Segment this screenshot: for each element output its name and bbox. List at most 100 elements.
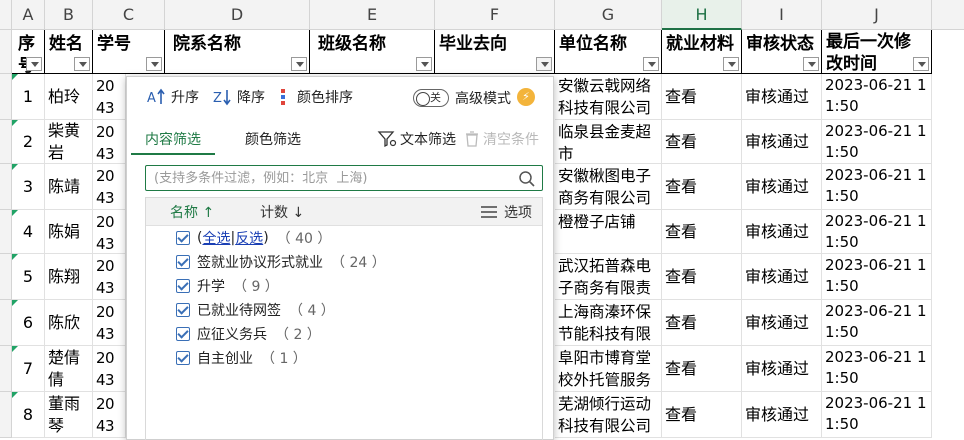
column-header-k[interactable] [932,0,964,30]
cell-student-id[interactable]: 2043107 [93,254,126,300]
cell-name[interactable]: 柴黄岩 [45,120,93,164]
cell-materials[interactable]: 查看 [662,300,742,346]
filter-dropdown-button[interactable] [74,57,90,71]
cell-materials[interactable]: 查看 [662,254,742,300]
cell-name[interactable]: 陈翔 [45,254,93,300]
cell-company[interactable]: 安徽楸图电子商务有限公司 [555,164,662,210]
cell-student-id[interactable]: 2043103 [93,120,126,164]
cell-review[interactable]: 审核通过 [742,164,822,210]
column-header-a[interactable]: A [12,0,45,30]
filter-dropdown-button-active[interactable] [536,57,552,71]
cell-modified[interactable]: 2023-06-21 11:50 [822,164,932,210]
cell-name[interactable]: 陈欣 [45,300,93,346]
filter-dropdown-button[interactable] [803,57,819,71]
list-item-select-all[interactable]: (全选 | 反选) （ 40 ） [146,226,542,250]
filter-dropdown-button[interactable] [146,57,162,71]
sort-by-count-header[interactable]: 计数 ↓ [260,202,304,222]
checkbox[interactable] [176,351,190,365]
row-header[interactable] [0,210,12,254]
cell-name[interactable]: 董雨琴 [45,392,93,438]
cell-company[interactable]: 阜阳市博育堂校外托管服务 [555,346,662,392]
cell-review[interactable]: 审核通过 [742,74,822,120]
advanced-mode-toggle[interactable]: 关 高级模式 [413,88,511,108]
cell-company[interactable]: 安徽云戟网络科技有限公司 [555,74,662,120]
cell-modified[interactable]: 2023-06-21 11:50 [822,120,932,164]
cell-modified[interactable]: 2023-06-21 11:50 [822,346,932,392]
checkbox[interactable] [176,303,190,317]
column-header-i[interactable]: I [742,0,822,30]
filter-list-item[interactable]: 签就业协议形式就业 （ 24 ） [146,250,542,274]
cell-review[interactable]: 审核通过 [742,254,822,300]
cell-review[interactable]: 审核通过 [742,210,822,254]
column-header-b[interactable]: B [45,0,93,30]
toggle-switch[interactable]: 关 [413,89,449,107]
filter-dropdown-button[interactable] [291,57,307,71]
select-all-corner[interactable] [0,0,12,30]
filter-list-item[interactable]: 自主创业 （ 1 ） [146,346,542,370]
cell-materials[interactable]: 查看 [662,210,742,254]
sort-by-color-button[interactable]: 颜色排序 [279,87,353,107]
cell-student-id[interactable]: 2043109 [93,346,126,392]
cell-modified[interactable]: 2023-06-21 11:50 [822,254,932,300]
cell-materials[interactable]: 查看 [662,346,742,392]
cell-seq[interactable]: 5 [12,254,45,300]
cell-materials[interactable]: 查看 [662,74,742,120]
cell-student-id[interactable]: 2043104 [93,164,126,210]
sort-ascending-button[interactable]: A 升序 [147,87,199,107]
cell-student-id[interactable]: 2043105 [93,210,126,254]
cell-company[interactable]: 上海商溱环保节能科技有限 [555,300,662,346]
column-header-f[interactable]: F [435,0,555,30]
cell-materials[interactable]: 查看 [662,120,742,164]
filter-dropdown-button[interactable] [643,57,659,71]
cell-seq[interactable]: 1 [12,74,45,120]
row-header[interactable] [0,392,12,438]
cell-review[interactable]: 审核通过 [742,392,822,438]
tab-content-filter[interactable]: 内容筛选 [131,129,215,155]
cell-seq[interactable]: 3 [12,164,45,210]
row-header[interactable] [0,300,12,346]
cell-company[interactable]: 橙橙子店铺 [555,210,662,254]
cell-materials[interactable]: 查看 [662,164,742,210]
tab-color-filter[interactable]: 颜色筛选 [245,129,301,155]
row-header[interactable] [0,30,12,74]
filter-list-item[interactable]: 升学 （ 9 ） [146,274,542,298]
cell-seq[interactable]: 2 [12,120,45,164]
cell-company[interactable]: 芜湖倾行运动科技有限公司 [555,392,662,438]
select-all-link[interactable]: 全选 [202,228,230,248]
cell-seq[interactable]: 7 [12,346,45,392]
cell-seq[interactable]: 4 [12,210,45,254]
row-header[interactable] [0,164,12,210]
row-header[interactable] [0,346,12,392]
row-header[interactable] [0,120,12,164]
cell-review[interactable]: 审核通过 [742,120,822,164]
cell-modified[interactable]: 2023-06-21 11:50 [822,74,932,120]
filter-search-input[interactable] [146,166,506,190]
filter-dropdown-button[interactable] [913,57,929,71]
cell-modified[interactable]: 2023-06-21 11:50 [822,210,932,254]
text-filter-button[interactable]: 文本筛选 [377,129,456,149]
row-header[interactable] [0,74,12,120]
cell-name[interactable]: 楚倩倩 [45,346,93,392]
filter-dropdown-button[interactable] [416,57,432,71]
cell-seq[interactable]: 8 [12,392,45,438]
search-icon[interactable] [518,170,536,188]
cell-review[interactable]: 审核通过 [742,300,822,346]
cell-company[interactable]: 临泉县金麦超市 [555,120,662,164]
options-button[interactable]: 选项 [480,202,532,222]
cell-modified[interactable]: 2023-06-21 11:50 [822,300,932,346]
cell-company[interactable]: 武汉拓普森电子商务有限责 [555,254,662,300]
invert-selection-link[interactable]: 反选 [235,228,263,248]
checkbox[interactable] [176,279,190,293]
checkbox[interactable] [176,327,190,341]
filter-dropdown-button[interactable] [723,57,739,71]
cell-student-id[interactable]: 2043111 [93,392,126,438]
column-header-d[interactable]: D [165,0,310,30]
row-header[interactable] [0,254,12,300]
cell-student-id[interactable]: 2043108 [93,300,126,346]
checkbox[interactable] [176,231,190,245]
column-header-e[interactable]: E [310,0,435,30]
filter-search-box[interactable] [145,165,543,191]
checkbox[interactable] [176,255,190,269]
filter-list-item[interactable]: 已就业待网签 （ 4 ） [146,298,542,322]
cell-materials[interactable]: 查看 [662,392,742,438]
